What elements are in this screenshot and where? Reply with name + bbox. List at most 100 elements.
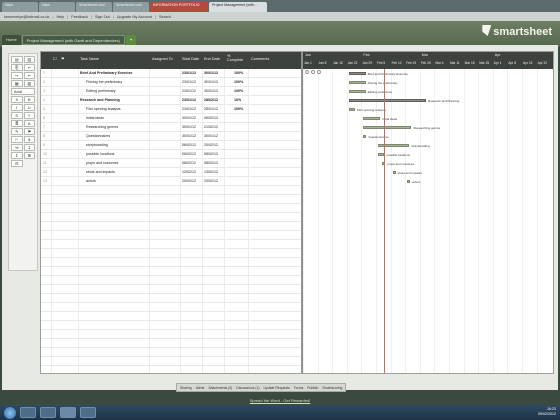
end-date-cell[interactable]: 08/02/12	[204, 150, 218, 158]
browser-tab[interactable]: Project Management (with...	[209, 2, 267, 12]
nav-link-help[interactable]: Help	[56, 15, 64, 19]
empty-row[interactable]	[41, 348, 301, 357]
start-date-cell[interactable]: 23/01/12	[182, 69, 196, 77]
end-date-cell[interactable]: 30/01/12	[204, 87, 218, 95]
gantt-task-bar[interactable]	[348, 108, 356, 111]
end-date-cell[interactable]: 08/02/12	[204, 159, 218, 167]
gantt-task-bar[interactable]	[348, 99, 427, 102]
end-date-cell[interactable]: 06/02/12	[204, 114, 218, 122]
task-name-cell[interactable]: Editing preliminary	[86, 87, 116, 95]
task-name-cell[interactable]: Research and Planning	[80, 96, 120, 104]
empty-row[interactable]	[41, 267, 301, 276]
task-name-cell[interactable]: storyboarding	[86, 141, 108, 149]
percent-complete-cell[interactable]: 100%	[234, 78, 243, 86]
gantt-task-bar[interactable]	[348, 72, 366, 75]
table-row[interactable]: 3 Editing preliminary 23/01/12 30/01/12 100%	[41, 87, 301, 96]
task-name-cell[interactable]: possible locations	[86, 150, 114, 158]
end-date-cell[interactable]: 25/01/12	[204, 105, 218, 113]
task-name-cell[interactable]: Initial ideas	[86, 114, 104, 122]
table-row[interactable]: 8 Questionnaires 30/01/12 30/01/12	[41, 132, 301, 141]
empty-row[interactable]	[41, 339, 301, 348]
header-assigned-to[interactable]: Assigned To	[152, 57, 173, 61]
sheet-action-discussions[interactable]: Discussions (1)	[236, 386, 259, 390]
table-row[interactable]: 10 possible locations 06/02/12 08/02/12	[41, 150, 301, 159]
task-name-cell[interactable]: Filming the preliminary	[86, 78, 122, 86]
table-row[interactable]: 12 shots and impacts 13/02/12 13/02/12	[41, 168, 301, 177]
percent-complete-cell[interactable]: 100%	[234, 87, 243, 95]
empty-row[interactable]	[41, 204, 301, 213]
taskbar-word-icon[interactable]	[80, 407, 96, 418]
taskbar-browser-icon[interactable]	[60, 407, 76, 418]
table-row[interactable]: 7 Researching genres 30/01/12 21/02/12	[41, 123, 301, 132]
toolbar-button[interactable]: ≣	[11, 120, 23, 127]
sheet-action-sharing[interactable]: Sharing	[180, 386, 192, 390]
toolbar-button[interactable]: ↩	[23, 64, 35, 71]
table-row[interactable]: 9 storyboarding 06/02/12 20/02/12	[41, 141, 301, 150]
empty-row[interactable]	[41, 312, 301, 321]
table-row[interactable]: 2 Filming the preliminary 23/01/12 30/01/12…	[41, 78, 301, 87]
task-name-cell[interactable]: Film opening analysis	[86, 105, 121, 113]
start-date-cell[interactable]: 30/01/12	[182, 114, 196, 122]
empty-row[interactable]	[41, 258, 301, 267]
toolbar-button[interactable]: ✂	[23, 72, 35, 79]
sheet-action-update-requests[interactable]: Update Requests	[263, 386, 289, 390]
start-date-cell[interactable]: 08/02/12	[182, 159, 196, 167]
empty-row[interactable]	[41, 294, 301, 303]
promo-link[interactable]: Spread the Word - Get Rewarded!	[0, 398, 560, 405]
toolbar-button[interactable]: S	[11, 112, 23, 119]
task-name-cell[interactable]: props and costumes	[86, 159, 118, 167]
start-date-cell[interactable]: 30/01/12	[182, 123, 196, 131]
end-date-cell[interactable]: 20/02/12	[204, 177, 218, 185]
task-name-cell[interactable]: Researching genres	[86, 123, 118, 131]
start-date-cell[interactable]: 23/01/12	[182, 96, 196, 104]
toolbar-button[interactable]: ▦	[11, 80, 23, 87]
toolbar-button[interactable]: ↥	[11, 152, 23, 159]
end-date-cell[interactable]: 28/02/12	[204, 96, 218, 104]
empty-row[interactable]	[41, 222, 301, 231]
header-start-date[interactable]: Start Date	[182, 57, 199, 61]
sheet-action-forms[interactable]: Forms	[294, 386, 304, 390]
start-date-cell[interactable]: 06/02/12	[182, 141, 196, 149]
start-button-icon[interactable]	[4, 406, 16, 419]
toolbar-button[interactable]: ⊞	[23, 152, 35, 159]
empty-row[interactable]	[41, 195, 301, 204]
gantt-task-bar[interactable]	[407, 180, 411, 183]
browser-tab[interactable]: Smartsheet.com	[76, 2, 112, 12]
gantt-task-bar[interactable]	[348, 90, 366, 93]
toolbar-button[interactable]: ⚐	[11, 136, 23, 143]
gantt-task-bar[interactable]	[378, 144, 410, 147]
start-date-cell[interactable]: 06/02/12	[182, 150, 196, 158]
percent-complete-cell[interactable]: 100%	[234, 69, 243, 77]
empty-row[interactable]	[41, 303, 301, 312]
empty-row[interactable]	[41, 276, 301, 285]
empty-row[interactable]	[41, 249, 301, 258]
toolbar-button[interactable]: ▤	[11, 56, 23, 63]
table-row[interactable]: 6 Initial ideas 30/01/12 06/02/12	[41, 114, 301, 123]
taskbar-media-icon[interactable]	[40, 407, 56, 418]
empty-row[interactable]	[41, 213, 301, 222]
gantt-task-bar[interactable]	[363, 135, 367, 138]
sheet-action-attachments[interactable]: Attachments (0)	[208, 386, 232, 390]
start-date-cell[interactable]: 30/01/12	[182, 132, 196, 140]
tab-home[interactable]: Home	[2, 35, 21, 45]
nav-link-upgrade[interactable]: Upgrade My Account	[117, 15, 152, 19]
task-name-cell[interactable]: shots and impacts	[86, 168, 115, 176]
header-end-date[interactable]: End Date	[204, 57, 220, 61]
gantt-task-bar[interactable]	[363, 126, 412, 129]
empty-row[interactable]	[41, 240, 301, 249]
toolbar-button[interactable]: ≡	[23, 112, 35, 119]
header-comments[interactable]: Comments	[251, 57, 269, 61]
gantt-task-bar[interactable]	[392, 171, 396, 174]
start-date-cell[interactable]: 23/01/12	[182, 105, 196, 113]
header-task-name[interactable]: Task Name	[80, 57, 99, 61]
start-date-cell[interactable]: 23/01/12	[182, 78, 196, 86]
toolbar-button[interactable]: I	[11, 104, 23, 111]
toolbar-button[interactable]: $	[23, 136, 35, 143]
start-date-cell[interactable]: 13/02/12	[182, 168, 196, 176]
browser-tab[interactable]: Smartsheet.com	[113, 2, 149, 12]
toolbar-button[interactable]: ▧	[23, 80, 35, 87]
toolbar-button[interactable]: ✎	[11, 128, 23, 135]
zoom-in-icon[interactable]	[305, 70, 309, 74]
percent-complete-cell[interactable]: 100%	[234, 105, 243, 113]
tab-project-management[interactable]: Project Management (with Gantt and Depen…	[21, 35, 125, 45]
